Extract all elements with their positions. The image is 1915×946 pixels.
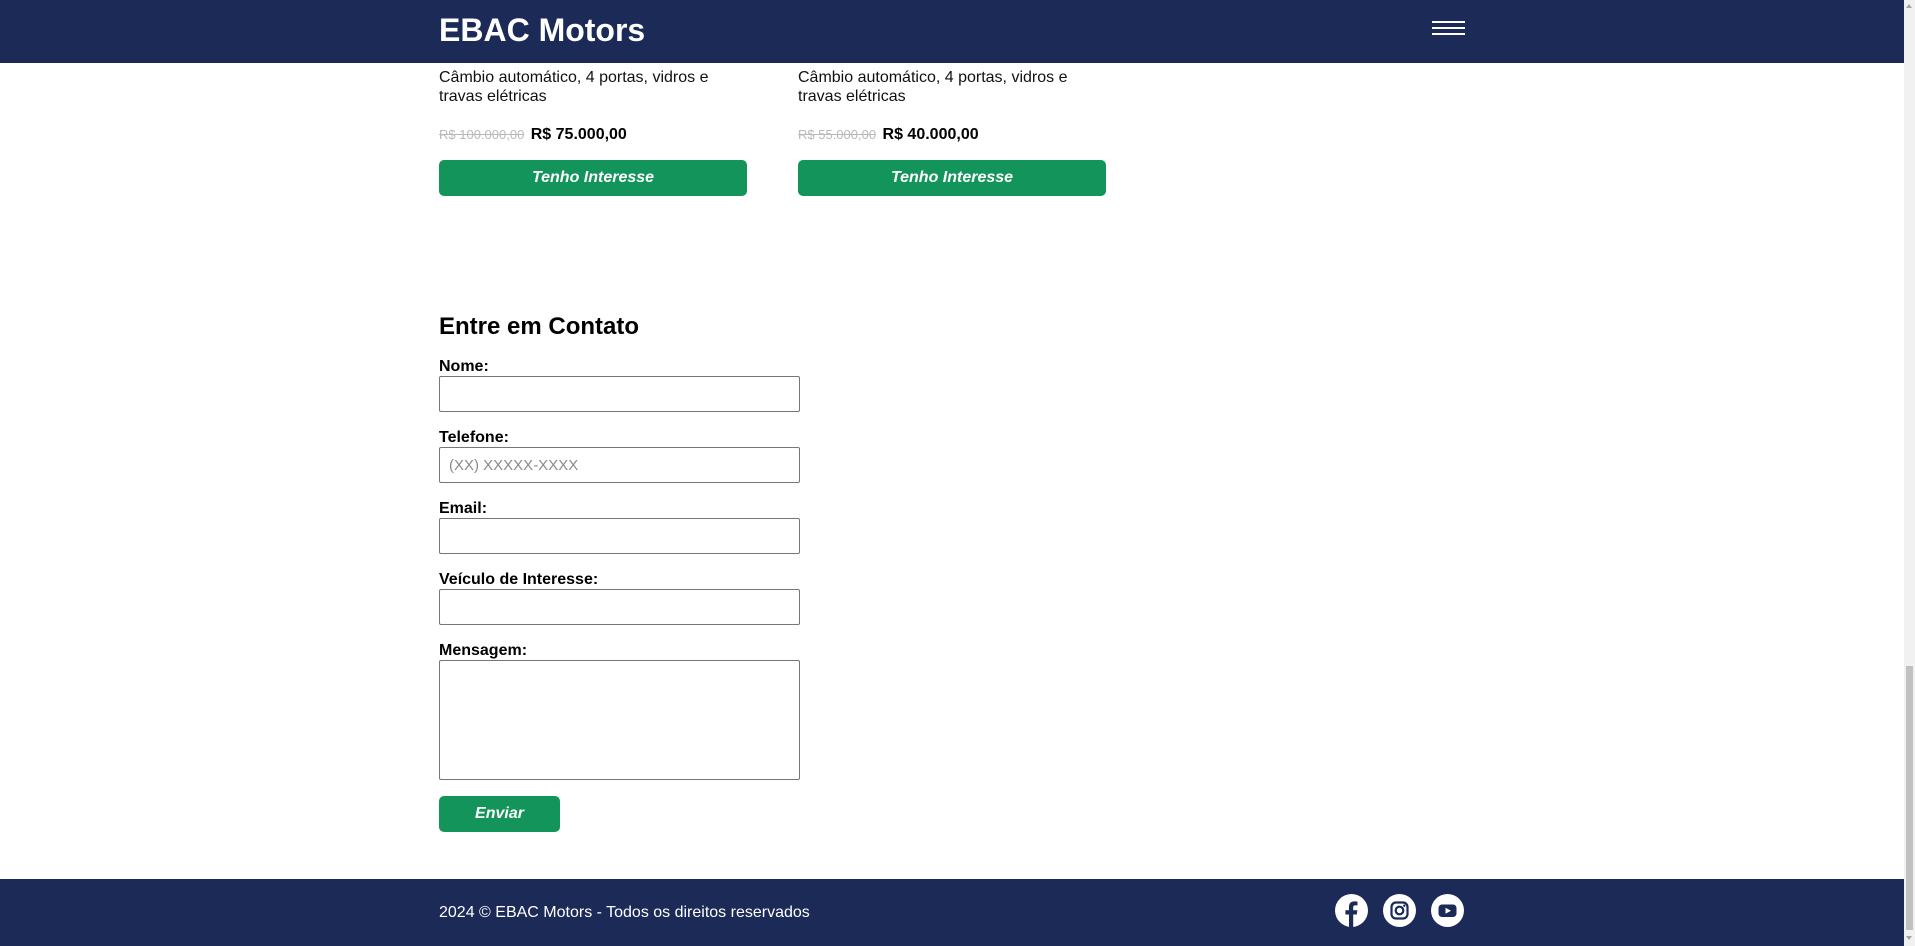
name-input[interactable] [439,376,800,412]
price-row: R$ 55.000,00 R$ 40.000,00 [798,126,979,144]
facebook-icon[interactable] [1335,894,1368,927]
page-scrollbar[interactable] [1904,0,1915,946]
instagram-icon[interactable] [1383,894,1416,927]
interest-button[interactable]: Tenho Interesse [798,160,1106,196]
price-row: R$ 100.000,00 R$ 75.000,00 [439,126,627,144]
vehicle-description: Câmbio automático, 4 portas, vidros e tr… [439,69,709,105]
vehicle-interest-input[interactable] [439,589,800,625]
scroll-up-arrow-icon[interactable] [1906,4,1912,8]
message-label: Mensagem: [439,642,528,659]
phone-label: Telefone: [439,429,509,446]
old-price: R$ 55.000,00 [798,127,877,142]
hamburger-menu-icon[interactable] [1432,19,1465,37]
vehicle-interest-label: Veículo de Interesse: [439,571,599,588]
contact-section-title: Entre em Contato [439,313,640,340]
old-price: R$ 100.000,00 [439,127,525,142]
email-label: Email: [439,500,488,517]
interest-button[interactable]: Tenho Interesse [439,160,747,196]
phone-input[interactable] [439,447,800,483]
name-label: Nome: [439,358,489,375]
site-footer: 2024 © EBAC Motors - Todos os direitos r… [0,879,1904,946]
message-textarea[interactable] [439,660,800,780]
current-price: R$ 75.000,00 [530,126,627,143]
email-input[interactable] [439,518,800,554]
copyright-text: 2024 © EBAC Motors - Todos os direitos r… [439,904,810,921]
brand-logo-text[interactable]: EBAC Motors [439,10,645,50]
submit-button[interactable]: Enviar [439,796,560,832]
current-price: R$ 40.000,00 [882,126,979,143]
scrollbar-thumb[interactable] [1906,666,1913,930]
vehicle-card: Câmbio automático, 4 portas, vidros e tr… [798,68,1106,196]
vehicle-card: Câmbio automático, 4 portas, vidros e tr… [439,68,747,196]
scroll-down-arrow-icon[interactable] [1906,936,1912,940]
youtube-icon[interactable] [1431,894,1464,927]
vehicle-description: Câmbio automático, 4 portas, vidros e tr… [798,69,1068,105]
site-header: EBAC Motors [0,0,1904,63]
